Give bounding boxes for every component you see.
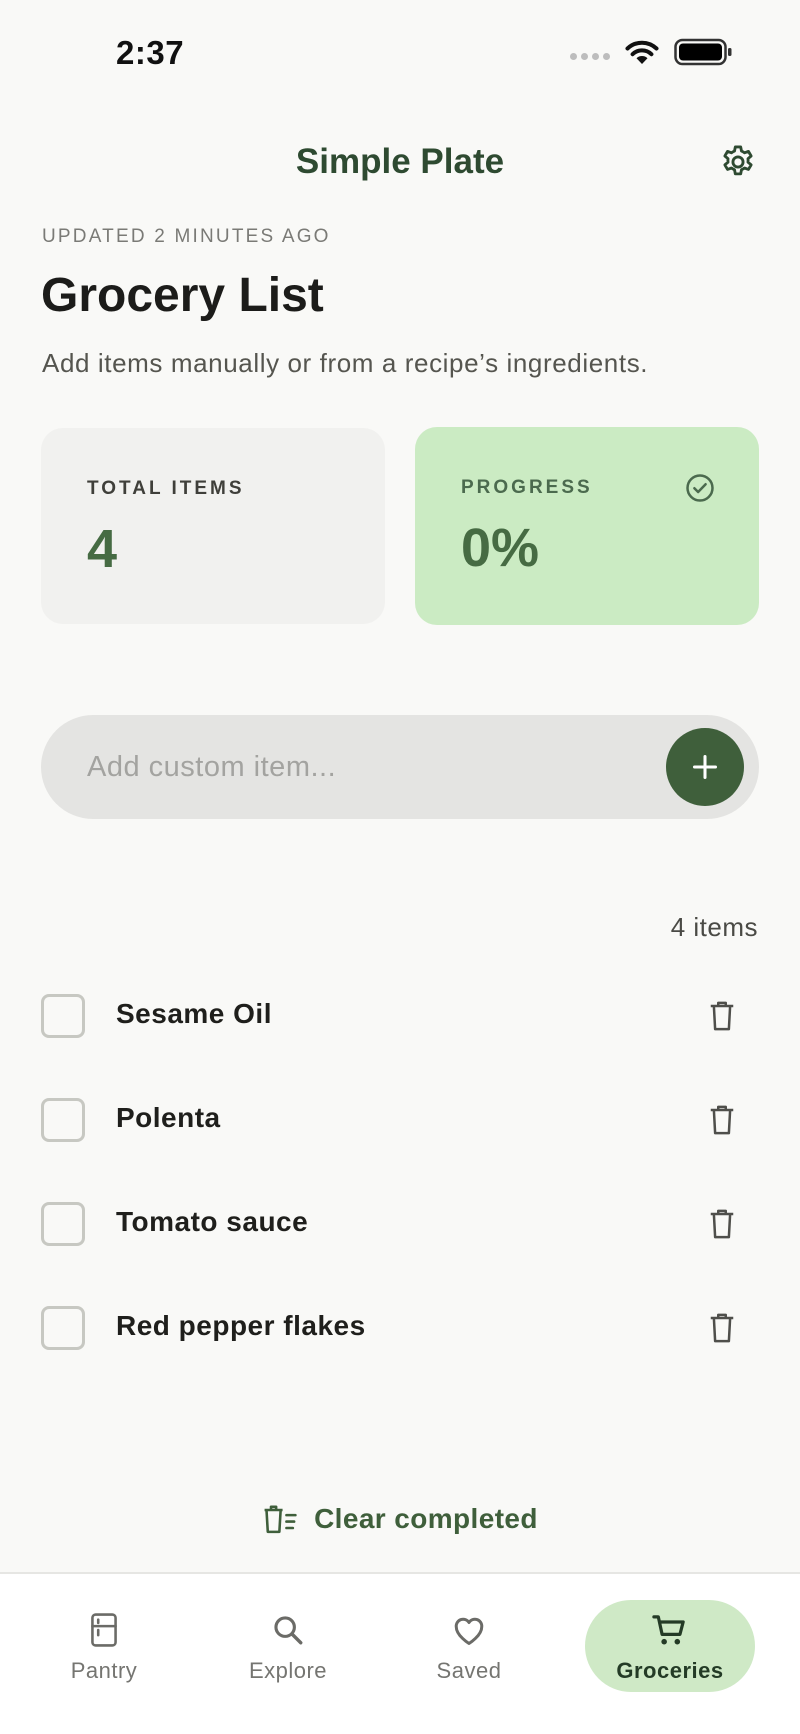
nav-item-explore[interactable]: Explore [203,1600,373,1692]
status-icons [570,38,732,66]
grocery-list: Sesame Oil Polenta Tomato sauce Red pepp… [0,964,800,1380]
item-checkbox[interactable] [41,1098,85,1142]
gear-icon [723,145,753,176]
clear-completed-label: Clear completed [314,1503,538,1534]
progress-value: 0% [461,518,540,578]
cart-icon [650,1610,690,1650]
status-bar: 2:37 [0,0,800,110]
search-icon [268,1610,308,1650]
nav-label: Pantry [70,1658,138,1683]
progress-label: PROGRESS [461,477,593,498]
list-item: Sesame Oil [0,964,800,1068]
page-subtitle: Add items manually or from a recipe’s in… [42,348,649,378]
add-item-bar [41,715,759,819]
wifi-icon [625,40,659,64]
heart-icon [449,1610,489,1650]
clear-completed-button[interactable]: Clear completed [0,1494,800,1544]
delete-button[interactable] [700,1202,744,1246]
delete-button[interactable] [700,994,744,1038]
battery-icon [674,38,732,66]
cellular-signal-icon [570,52,610,60]
nav-item-pantry[interactable]: Pantry [19,1600,189,1692]
plus-icon [692,754,718,780]
fridge-icon [84,1610,124,1650]
list-item: Tomato sauce [0,1172,800,1276]
page-title: Grocery List [41,269,324,322]
bottom-nav: Pantry Explore Saved Groceries [0,1572,800,1734]
settings-button[interactable] [716,140,760,184]
list-item: Polenta [0,1068,800,1172]
app-header: Simple Plate [0,130,800,194]
list-item: Red pepper flakes [0,1276,800,1380]
total-items-value: 4 [87,519,118,579]
status-time: 2:37 [116,34,185,71]
trash-icon [710,1313,734,1343]
item-label: Sesame Oil [116,998,272,1029]
nav-label: Groceries [616,1658,724,1683]
item-checkbox[interactable] [41,1306,85,1350]
item-label: Red pepper flakes [116,1310,366,1341]
add-item-button[interactable] [666,728,744,806]
item-label: Polenta [116,1102,221,1133]
trash-icon [710,1209,734,1239]
trash-icon [710,1105,734,1135]
nav-item-saved[interactable]: Saved [384,1600,554,1692]
trash-icon [710,1001,734,1031]
progress-card: PROGRESS 0% [415,427,759,625]
add-item-input[interactable] [87,743,647,791]
total-items-card: TOTAL ITEMS 4 [41,428,385,624]
nav-item-groceries[interactable]: Groceries [585,1600,755,1692]
nav-label: Saved [436,1658,502,1683]
item-checkbox[interactable] [41,994,85,1038]
app-title: Simple Plate [295,142,505,181]
delete-button[interactable] [700,1306,744,1350]
clear-list-icon [264,1505,297,1534]
total-items-label: TOTAL ITEMS [87,478,245,499]
check-circle-icon [686,474,714,502]
item-count: 4 items [670,912,758,942]
delete-button[interactable] [700,1098,744,1142]
item-label: Tomato sauce [116,1206,309,1237]
last-updated-text: UPDATED 2 MINUTES AGO [42,226,331,247]
item-checkbox[interactable] [41,1202,85,1246]
nav-label: Explore [248,1658,328,1683]
